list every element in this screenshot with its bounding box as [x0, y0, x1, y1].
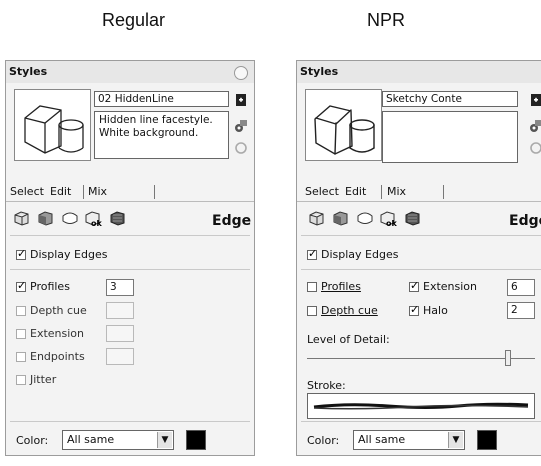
style-thumbnail — [14, 89, 91, 161]
style-description-field[interactable]: Hidden line facestyle. White background. — [94, 111, 229, 159]
stroke-sample — [313, 402, 529, 410]
extension-checkbox[interactable] — [409, 279, 419, 292]
refresh-icon[interactable] — [234, 141, 248, 155]
tab-divider — [83, 185, 84, 199]
modeling-settings-icon[interactable] — [403, 209, 423, 227]
halo-field[interactable]: 2 — [507, 302, 535, 319]
tab-select[interactable]: Select — [305, 185, 339, 198]
display-edges-label: Display Edges — [321, 248, 399, 261]
svg-text:ok: ok — [386, 219, 397, 227]
edge-settings-icon[interactable] — [307, 209, 327, 227]
color-label: Color: — [307, 434, 340, 447]
styles-panel-regular: Styles 02 HiddenLine Hidden line facesty… — [5, 60, 255, 456]
edit-section-label: Edge — [212, 213, 252, 229]
face-settings-icon[interactable] — [36, 209, 56, 227]
divider — [10, 235, 250, 236]
extension-field[interactable] — [106, 325, 134, 342]
create-style-icon[interactable] — [529, 93, 541, 107]
background-settings-icon[interactable] — [355, 209, 375, 227]
depth-cue-checkbox[interactable] — [16, 306, 26, 316]
create-style-icon[interactable] — [234, 93, 248, 107]
extension-checkbox[interactable] — [16, 329, 26, 339]
tab-divider — [381, 185, 382, 199]
depth-cue-label: Depth cue — [321, 304, 378, 317]
modeling-settings-icon[interactable] — [108, 209, 128, 227]
style-description-field[interactable] — [382, 111, 518, 163]
watermark-settings-icon[interactable]: ok — [84, 209, 104, 227]
extension-label: Extension — [30, 327, 85, 340]
endpoints-checkbox[interactable] — [16, 352, 26, 362]
jitter-label: Jitter — [30, 373, 57, 386]
tab-edit[interactable]: Edit — [345, 185, 366, 198]
face-settings-icon[interactable] — [331, 209, 351, 227]
background-settings-icon[interactable] — [60, 209, 80, 227]
update-style-icon[interactable] — [234, 119, 248, 133]
panel-title: Styles — [9, 65, 48, 78]
style-thumbnail — [305, 89, 382, 161]
svg-text:ok: ok — [91, 219, 102, 227]
divider — [301, 235, 541, 236]
divider — [10, 421, 250, 422]
tab-mix[interactable]: Mix — [387, 185, 406, 198]
close-icon[interactable] — [234, 66, 248, 80]
profiles-label: Profiles — [321, 280, 361, 293]
edit-section-label: Edge — [509, 213, 541, 229]
style-name-field[interactable]: 02 HiddenLine — [94, 91, 229, 107]
endpoints-field[interactable] — [106, 348, 134, 365]
refresh-icon[interactable] — [529, 141, 541, 155]
panel-title: Styles — [300, 65, 339, 78]
caption-npr: NPR — [367, 10, 406, 30]
color-dropdown[interactable]: All same ▼ — [62, 430, 174, 450]
profiles-label: Profiles — [30, 280, 70, 293]
endpoints-label: Endpoints — [30, 350, 85, 363]
tab-divider — [443, 185, 444, 199]
extension-label: Extension — [423, 280, 478, 293]
display-edges-checkbox[interactable] — [16, 247, 26, 260]
chevron-down-icon[interactable]: ▼ — [157, 432, 172, 448]
tab-divider — [154, 185, 155, 199]
divider — [10, 269, 250, 270]
tab-underline — [297, 201, 541, 202]
halo-checkbox[interactable] — [409, 303, 419, 316]
stroke-label: Stroke: — [307, 379, 346, 392]
depth-cue-field[interactable] — [106, 302, 134, 319]
level-of-detail-label: Level of Detail: — [307, 333, 390, 346]
update-style-icon[interactable] — [529, 119, 541, 133]
divider — [301, 421, 541, 422]
styles-panel-npr: Styles Sketchy Conte Select Edit Mix ok … — [296, 60, 541, 456]
watermark-settings-icon[interactable]: ok — [379, 209, 399, 227]
tab-edit[interactable]: Edit — [50, 185, 71, 198]
display-edges-label: Display Edges — [30, 248, 108, 261]
depth-cue-label: Depth cue — [30, 304, 87, 317]
color-dropdown-value: All same — [358, 433, 406, 446]
caption-regular: Regular — [102, 10, 166, 30]
profiles-checkbox[interactable] — [16, 279, 26, 292]
profiles-checkbox[interactable] — [307, 282, 317, 292]
color-swatch[interactable] — [477, 430, 497, 450]
level-of-detail-slider[interactable] — [504, 350, 511, 366]
color-label: Color: — [16, 434, 49, 447]
chevron-down-icon[interactable]: ▼ — [448, 432, 463, 448]
profiles-width-field[interactable]: 3 — [106, 279, 134, 296]
tab-underline — [6, 201, 254, 202]
jitter-checkbox[interactable] — [16, 375, 26, 385]
stroke-preview[interactable] — [307, 393, 535, 419]
style-name-field[interactable]: Sketchy Conte — [382, 91, 518, 107]
halo-label: Halo — [423, 304, 448, 317]
tab-mix[interactable]: Mix — [88, 185, 107, 198]
tab-select[interactable]: Select — [10, 185, 44, 198]
color-dropdown-value: All same — [67, 433, 115, 446]
divider — [301, 269, 541, 270]
color-swatch[interactable] — [186, 430, 206, 450]
depth-cue-checkbox[interactable] — [307, 306, 317, 316]
extension-field[interactable]: 6 — [507, 279, 535, 296]
edge-settings-icon[interactable] — [12, 209, 32, 227]
display-edges-checkbox[interactable] — [307, 247, 317, 260]
color-dropdown[interactable]: All same ▼ — [353, 430, 465, 450]
level-of-detail-track[interactable] — [307, 358, 535, 359]
